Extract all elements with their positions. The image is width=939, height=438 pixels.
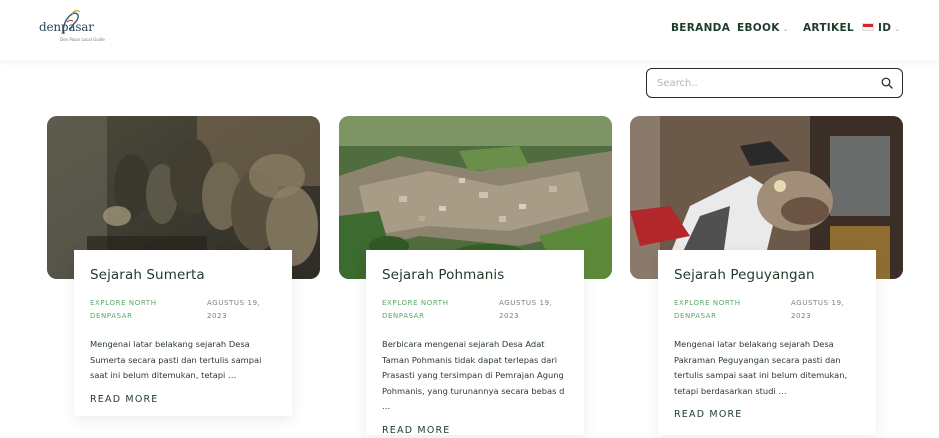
article-category[interactable]: EXPLORE NORTH DENPASAR (90, 297, 180, 323)
article-title[interactable]: Sejarah Peguyangan (674, 267, 860, 283)
article-date: AGUSTUS 19, 2023 (499, 299, 553, 320)
nav-item-beranda[interactable]: BERANDA (671, 22, 730, 34)
article-card: Sejarah Peguyangan EXPLORE NORTH DENPASA… (658, 250, 876, 435)
article-meta: EXPLORE NORTH DENPASAR AGUSTUS 19, 2023 (674, 297, 860, 325)
article-card: Sejarah Sumerta EXPLORE NORTH DENPASAR A… (74, 250, 292, 416)
nav-label: ARTIKEL (803, 22, 854, 34)
article-title[interactable]: Sejarah Sumerta (90, 267, 276, 283)
language-switcher[interactable]: ID ⌄ (862, 22, 900, 34)
article-meta: EXPLORE NORTH DENPASAR AGUSTUS 19, 2023 (90, 297, 276, 325)
chevron-down-icon: ⌄ (894, 25, 901, 33)
search-box (646, 68, 903, 98)
read-more-link[interactable]: READ MORE (90, 394, 276, 405)
article-excerpt: Mengenai latar belakang sejarah Desa Sum… (90, 339, 262, 380)
article-excerpt: Berbicara mengenai sejarah Desa Adat Tam… (382, 339, 565, 411)
article-excerpt: Mengenai latar belakang sejarah Desa Pak… (674, 339, 848, 396)
read-more-link[interactable]: READ MORE (674, 409, 860, 420)
indonesia-flag-icon (862, 23, 874, 31)
site-header: denpasar Den Pasar Local Guide BERANDA E… (0, 0, 939, 60)
nav-item-ebook[interactable]: EBOOK ⌄ (737, 22, 789, 34)
logo-tagline: Den Pasar Local Guide (60, 37, 105, 42)
article-category[interactable]: EXPLORE NORTH DENPASAR (674, 297, 764, 323)
nav-item-artikel[interactable]: ARTIKEL (803, 22, 854, 34)
read-more-link[interactable]: READ MORE (382, 425, 568, 436)
nav-label: EBOOK (737, 22, 780, 34)
article-date: AGUSTUS 19, 2023 (791, 299, 845, 320)
logo-wordmark: denpasar (39, 20, 94, 34)
search-icon[interactable] (881, 77, 893, 89)
article-title[interactable]: Sejarah Pohmanis (382, 267, 568, 283)
article-card: Sejarah Pohmanis EXPLORE NORTH DENPASAR … (366, 250, 584, 436)
nav-label: BERANDA (671, 22, 731, 34)
language-label: ID (878, 22, 892, 34)
search-input[interactable] (657, 75, 867, 91)
chevron-down-icon: ⌄ (782, 25, 789, 33)
article-meta: EXPLORE NORTH DENPASAR AGUSTUS 19, 2023 (382, 297, 568, 325)
article-category[interactable]: EXPLORE NORTH DENPASAR (382, 297, 472, 323)
site-logo[interactable]: denpasar Den Pasar Local Guide (36, 8, 108, 48)
article-date: AGUSTUS 19, 2023 (207, 299, 261, 320)
